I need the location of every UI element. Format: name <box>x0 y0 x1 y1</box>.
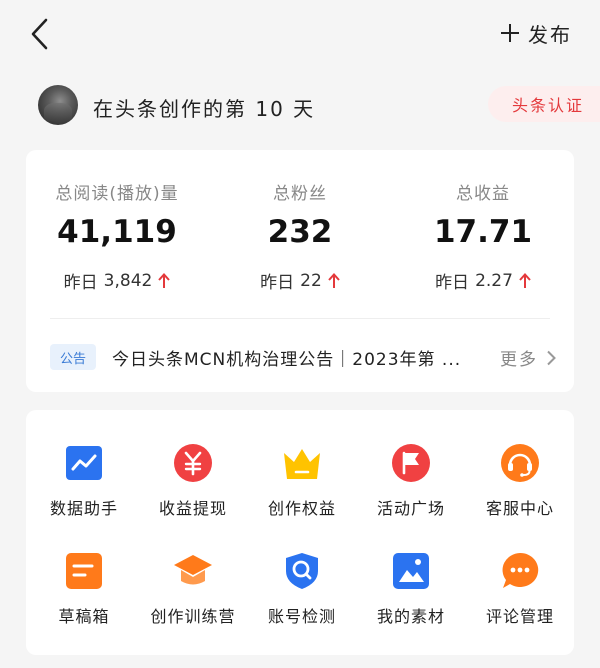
tool-label: 客服中心 <box>485 499 554 518</box>
announcement-tag: 公告 <box>50 344 96 370</box>
tool-data-assistant[interactable]: 数据助手 <box>28 443 136 543</box>
stat-total-reads[interactable]: 总阅读(播放)量 41,119 昨日 3,842 <box>26 150 208 320</box>
arrow-up-icon <box>328 272 340 288</box>
announcement-text[interactable]: 今日头条MCN机构治理公告｜2023年第 ... <box>112 345 472 370</box>
creation-days-text: 在头条创作的第 10 天 <box>93 97 316 121</box>
comment-icon <box>502 552 539 588</box>
flag-icon <box>392 444 430 482</box>
tool-label: 数据助手 <box>49 499 118 518</box>
arrow-up-icon <box>519 272 531 288</box>
tool-label: 我的素材 <box>376 607 445 626</box>
tool-label: 创作权益 <box>267 499 336 518</box>
stat-value: 17.71 <box>433 214 533 250</box>
yesterday-value: 2.27 <box>475 270 513 291</box>
yuan-icon <box>174 444 212 482</box>
creator-row: 在头条创作的第 10 天 头条认证 <box>0 80 600 132</box>
tool-activity-square[interactable]: 活动广场 <box>355 443 463 543</box>
announcement-bar[interactable]: 公告 今日头条MCN机构治理公告｜2023年第 ... 更多 <box>50 338 560 378</box>
tool-drafts[interactable]: 草稿箱 <box>28 551 136 651</box>
back-button[interactable] <box>26 14 56 54</box>
tool-label: 活动广场 <box>376 499 445 518</box>
stat-label: 总收益 <box>456 184 510 204</box>
chevron-left-icon <box>31 18 48 50</box>
tool-label: 草稿箱 <box>58 607 110 626</box>
stat-total-income[interactable]: 总收益 17.71 昨日 2.27 <box>392 150 574 320</box>
publish-label: 发布 <box>528 22 572 47</box>
tool-account-check[interactable]: 账号检测 <box>246 551 354 651</box>
tool-label: 账号检测 <box>267 607 336 626</box>
tools-grid: 数据助手 收益提现 创作权益 活动广场 客服中心 草稿箱 创作训练营 账号检测 … <box>26 410 574 655</box>
stats-card: 总阅读(播放)量 41,119 昨日 3,842 总粉丝 232 昨日 22 总… <box>26 150 574 392</box>
data-chart-icon <box>66 446 102 480</box>
avatar[interactable] <box>38 85 78 125</box>
stat-yesterday: 昨日 3,842 <box>26 268 208 293</box>
graduation-cap-icon <box>174 555 212 585</box>
more-label: 更多 <box>500 350 538 370</box>
yesterday-label: 昨日 <box>435 273 470 293</box>
publish-button[interactable]: 发布 <box>500 18 572 48</box>
yesterday-value: 3,842 <box>103 270 153 291</box>
tool-label: 评论管理 <box>485 607 554 626</box>
stat-label: 总阅读(播放)量 <box>55 184 179 204</box>
draft-icon <box>66 553 102 589</box>
tool-creator-rights[interactable]: 创作权益 <box>246 443 354 543</box>
plus-icon <box>501 24 519 42</box>
tool-customer-service[interactable]: 客服中心 <box>464 443 572 543</box>
stat-label: 总粉丝 <box>273 184 327 204</box>
search-shield-icon <box>286 553 318 589</box>
tool-my-materials[interactable]: 我的素材 <box>355 551 463 651</box>
stat-value: 232 <box>267 214 333 250</box>
tool-label: 创作训练营 <box>150 607 236 626</box>
chevron-right-icon <box>547 350 556 365</box>
yesterday-label: 昨日 <box>63 273 98 293</box>
tool-creator-camp[interactable]: 创作训练营 <box>137 551 245 651</box>
more-button[interactable]: 更多 <box>500 345 556 370</box>
crown-icon <box>284 449 320 479</box>
top-bar: 发布 <box>0 0 600 68</box>
image-icon <box>393 553 429 589</box>
tool-comment-management[interactable]: 评论管理 <box>464 551 572 651</box>
tool-income-withdraw[interactable]: 收益提现 <box>137 443 245 543</box>
creator-center-page: 发布 在头条创作的第 10 天 头条认证 总阅读(播放)量 41,119 昨日 … <box>0 0 600 668</box>
stat-yesterday: 昨日 2.27 <box>392 268 574 293</box>
tool-label: 收益提现 <box>158 499 227 518</box>
divider <box>50 318 550 319</box>
stat-value: 41,119 <box>57 214 177 250</box>
stat-yesterday: 昨日 22 <box>209 268 391 293</box>
yesterday-label: 昨日 <box>260 273 295 293</box>
stat-total-fans[interactable]: 总粉丝 232 昨日 22 <box>209 150 391 320</box>
arrow-up-icon <box>158 272 171 288</box>
toutiao-certification-button[interactable]: 头条认证 <box>488 86 600 122</box>
yesterday-value: 22 <box>300 270 322 291</box>
headset-icon <box>501 444 539 482</box>
